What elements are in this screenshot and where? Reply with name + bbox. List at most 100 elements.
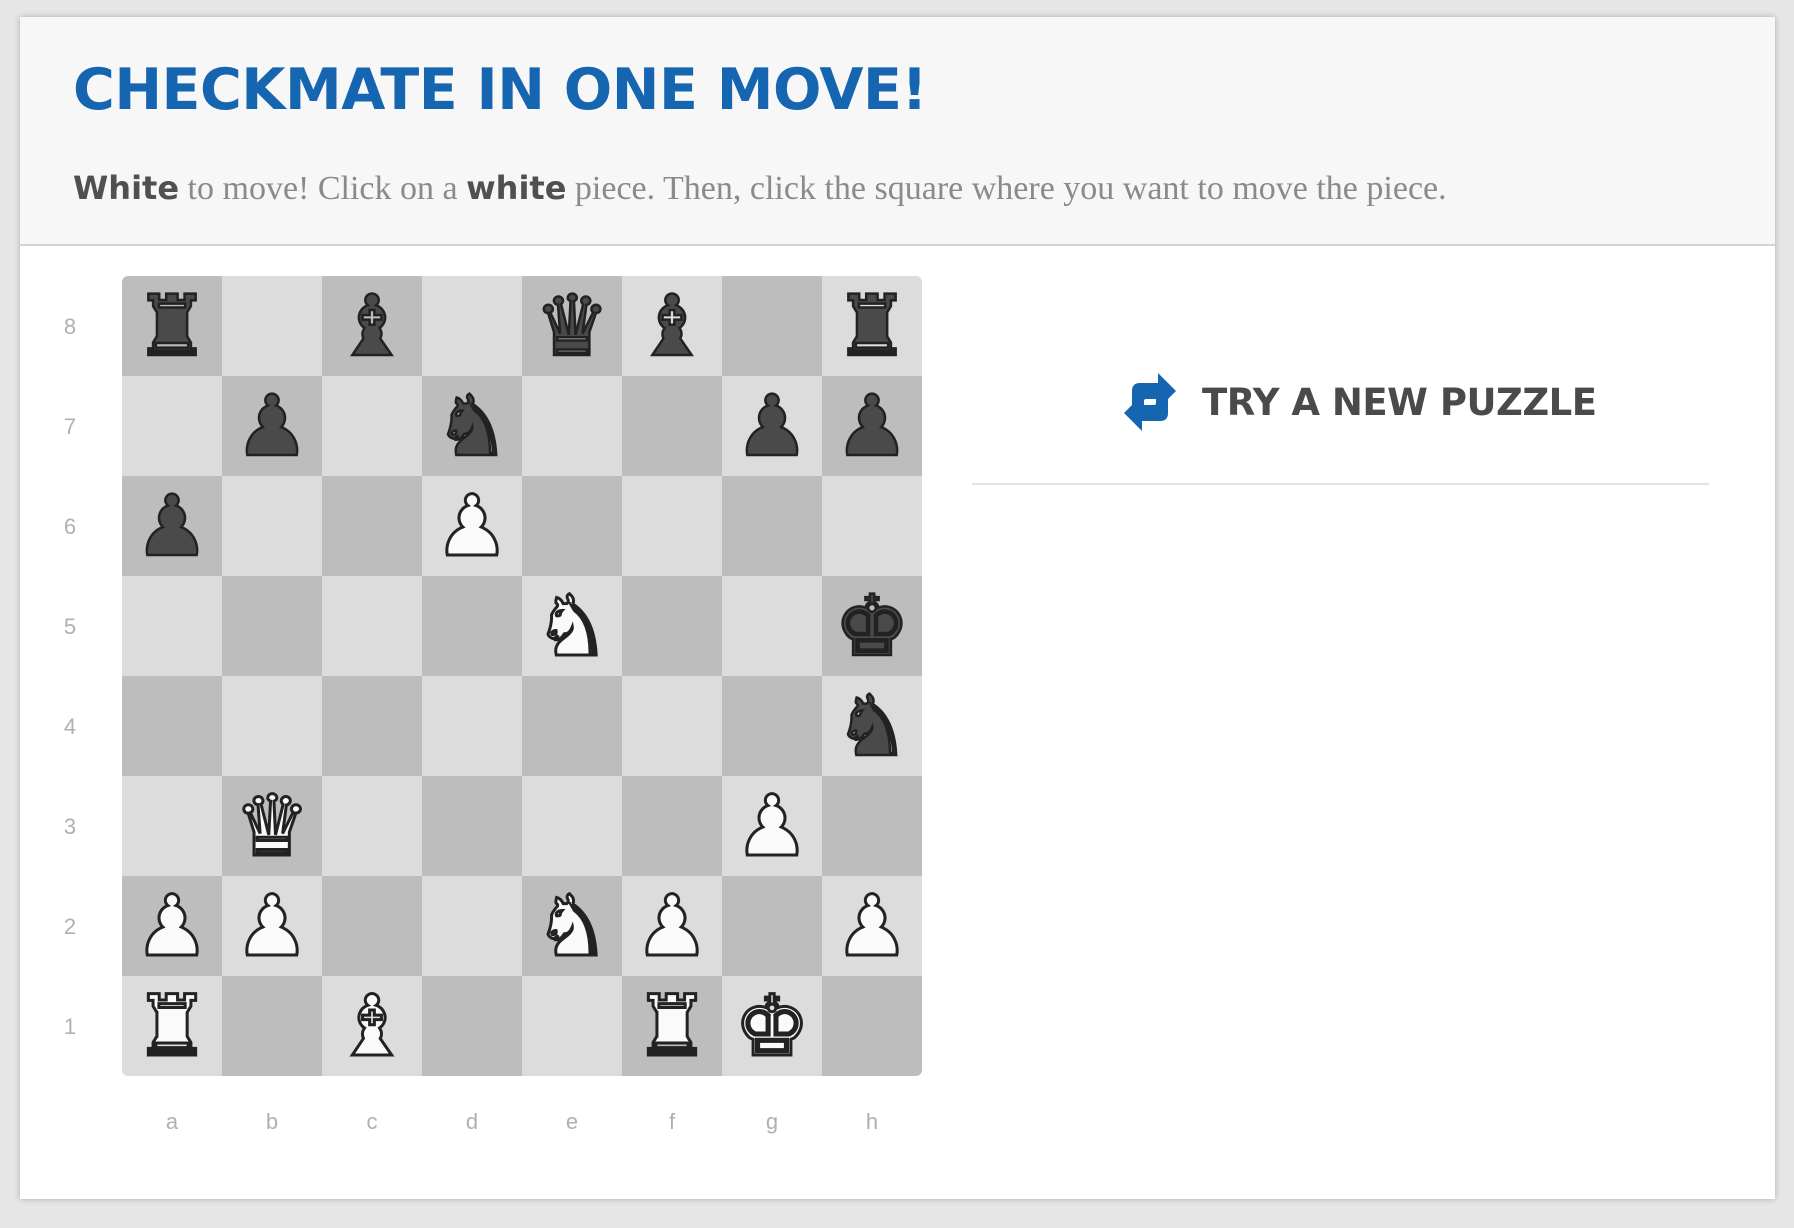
square-a1[interactable]: ♜ [122,976,222,1076]
file-label: e [565,1109,579,1134]
square-b3[interactable]: ♛ [222,776,322,877]
white-pawn-icon[interactable]: ♟ [722,776,822,877]
black-pawn-icon[interactable]: ♟ [722,376,822,477]
square-h5[interactable]: ♚ [822,576,922,676]
square-d6[interactable]: ♟ [422,476,522,577]
white-queen-icon[interactable]: ♛ [222,776,322,877]
black-bishop-icon[interactable]: ♝ [622,276,722,376]
square-g8[interactable] [722,276,822,376]
square-f4[interactable] [622,676,722,776]
square-e8[interactable]: ♛ [522,276,622,376]
new-puzzle-button[interactable]: TRY A NEW PUZZLE [1118,362,1597,442]
rank-label: 6 [63,514,77,539]
square-c4[interactable] [322,676,422,776]
square-e1[interactable] [522,976,622,1076]
square-c1[interactable]: ♝ [322,976,422,1076]
white-bishop-icon[interactable]: ♝ [322,976,422,1077]
square-a5[interactable] [122,576,222,676]
square-c2[interactable] [322,876,422,976]
square-c5[interactable] [322,576,422,676]
file-label: c [366,1109,378,1134]
white-pawn-icon[interactable]: ♟ [422,476,522,577]
file-label: b [265,1109,279,1134]
file-label: a [165,1109,179,1134]
square-f7[interactable] [622,376,722,476]
square-g2[interactable] [722,876,822,976]
square-d4[interactable] [422,676,522,776]
square-f8[interactable]: ♝ [622,276,722,376]
square-g5[interactable] [722,576,822,676]
square-b6[interactable] [222,476,322,576]
square-g3[interactable]: ♟ [722,776,822,877]
square-f1[interactable]: ♜ [622,976,722,1076]
square-h4[interactable]: ♞ [822,676,922,776]
square-d3[interactable] [422,776,522,876]
white-pawn-icon[interactable]: ♟ [622,876,722,977]
square-c8[interactable]: ♝ [322,276,422,376]
square-a2[interactable]: ♟ [122,876,222,977]
square-a7[interactable] [122,376,222,476]
white-rook-icon[interactable]: ♜ [622,976,722,1077]
square-e7[interactable] [522,376,622,476]
square-c6[interactable] [322,476,422,576]
square-e3[interactable] [522,776,622,876]
black-king-icon[interactable]: ♚ [822,576,922,677]
instructions-text-1: to move! Click on a [179,170,467,207]
square-c7[interactable] [322,376,422,476]
white-pawn-icon[interactable]: ♟ [122,876,222,977]
instructions-white-2: white [466,169,567,207]
square-h6[interactable] [822,476,922,576]
white-pawn-icon[interactable]: ♟ [822,876,922,977]
black-pawn-icon[interactable]: ♟ [122,476,222,577]
square-a6[interactable]: ♟ [122,476,222,576]
file-label: f [668,1109,676,1134]
square-b5[interactable] [222,576,322,676]
square-c3[interactable] [322,776,422,876]
square-b2[interactable]: ♟ [222,876,322,977]
black-rook-icon[interactable]: ♜ [122,276,222,376]
square-g4[interactable] [722,676,822,776]
black-rook-icon[interactable]: ♜ [822,276,922,376]
square-f2[interactable]: ♟ [622,876,722,977]
square-a4[interactable] [122,676,222,776]
square-f5[interactable] [622,576,722,676]
square-d5[interactable] [422,576,522,676]
square-a3[interactable] [122,776,222,876]
square-h3[interactable] [822,776,922,876]
square-a8[interactable]: ♜ [122,276,222,376]
square-b4[interactable] [222,676,322,776]
white-king-icon[interactable]: ♚ [722,976,822,1077]
square-f6[interactable] [622,476,722,576]
square-e5[interactable]: ♞ [522,576,622,677]
square-d7[interactable]: ♞ [422,376,522,476]
square-g1[interactable]: ♚ [722,976,822,1076]
square-h7[interactable]: ♟ [822,376,922,476]
square-g7[interactable]: ♟ [722,376,822,476]
square-e2[interactable]: ♞ [522,876,622,977]
black-pawn-icon[interactable]: ♟ [822,376,922,477]
square-e6[interactable] [522,476,622,576]
white-rook-icon[interactable]: ♜ [122,976,222,1077]
square-g6[interactable] [722,476,822,576]
square-d1[interactable] [422,976,522,1076]
square-b7[interactable]: ♟ [222,376,322,476]
square-b1[interactable] [222,976,322,1076]
square-f3[interactable] [622,776,722,876]
black-knight-icon[interactable]: ♞ [422,376,522,477]
white-knight-icon[interactable]: ♞ [522,876,622,977]
black-knight-icon[interactable]: ♞ [822,676,922,777]
chessboard[interactable]: ♜ ♝ ♛ ♝ ♜ ♟ ♞ ♟ ♟ ♟ ♟ ♞ ♚ ♞ ♛ ♟ ♟ ♟ ♞ ♟ ♟ ♜ ♝ ♜ ♚ [122,276,922,1076]
black-pawn-icon[interactable]: ♟ [222,376,322,477]
square-h1[interactable] [822,976,922,1076]
square-d2[interactable] [422,876,522,976]
square-d8[interactable] [422,276,522,376]
black-queen-icon[interactable]: ♛ [522,276,622,376]
black-bishop-icon[interactable]: ♝ [322,276,422,376]
white-knight-icon[interactable]: ♞ [522,576,622,677]
square-h2[interactable]: ♟ [822,876,922,977]
square-e4[interactable] [522,676,622,776]
square-h8[interactable]: ♜ [822,276,922,376]
page-title: CHECKMATE IN ONE MOVE! [73,57,927,123]
white-pawn-icon[interactable]: ♟ [222,876,322,977]
square-b8[interactable] [222,276,322,376]
